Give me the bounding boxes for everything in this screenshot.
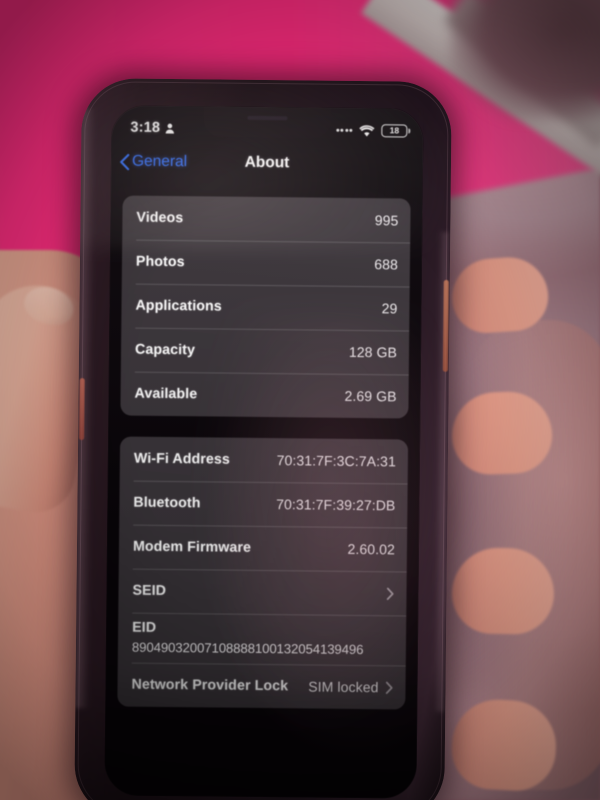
row-wi-fi-address: Wi-Fi Address 70:31:7F:3C:7A:31 xyxy=(120,437,408,484)
back-button[interactable]: General xyxy=(119,152,187,171)
row-applications: Applications 29 xyxy=(121,284,409,331)
row-right xyxy=(386,587,394,600)
phone-device: 3:18 18 About General Videos 995 Photos … xyxy=(74,78,452,800)
chevron-right-icon xyxy=(386,587,394,600)
row-value: 688 xyxy=(374,256,399,273)
power-button[interactable] xyxy=(442,279,449,372)
row-right: SIM locked xyxy=(308,678,393,695)
row-label: Modem Firmware xyxy=(132,538,252,556)
photograph-of-phone-in-hand: 3:18 18 About General Videos 995 Photos … xyxy=(0,0,600,800)
chevron-right-icon xyxy=(385,681,393,694)
person-icon xyxy=(165,123,174,134)
row-available: Available 2.69 GB xyxy=(120,372,408,419)
status-bar-right: 18 xyxy=(335,123,408,137)
battery-icon: 18 xyxy=(381,123,408,137)
row-label: Available xyxy=(134,385,198,403)
row-value: 2.69 GB xyxy=(344,387,397,405)
phone-screen: 3:18 18 About General Videos 995 Photos … xyxy=(104,105,424,799)
row-label: Photos xyxy=(135,253,185,271)
navigation-bar: About General xyxy=(111,143,423,182)
signal-dots-icon xyxy=(335,128,353,132)
row-right: 70:31:7F:39:27:DB xyxy=(276,496,395,513)
wifi-icon xyxy=(359,124,375,137)
row-value: 2.60.02 xyxy=(347,540,396,558)
row-right: 128 GB xyxy=(349,344,397,361)
row-right: 70:31:7F:3C:7A:31 xyxy=(277,452,396,469)
row-seid[interactable]: SEID xyxy=(118,568,406,615)
row-label: Network Provider Lock xyxy=(131,676,289,695)
row-bluetooth: Bluetooth 70:31:7F:39:27:DB xyxy=(119,481,407,528)
row-value: 29 xyxy=(381,300,398,317)
storage-section: Videos 995 Photos 688 Applications 29 Capacity… xyxy=(120,195,411,419)
finger-middle xyxy=(450,390,554,476)
status-bar: 3:18 18 xyxy=(111,105,423,146)
row-eid: EID 89049032007108888100132054139496 xyxy=(118,612,407,665)
row-label: Bluetooth xyxy=(133,494,201,512)
row-right: 2.69 GB xyxy=(344,388,396,405)
row-right: 2.60.02 xyxy=(347,541,395,557)
row-value: 70:31:7F:3C:7A:31 xyxy=(276,452,396,470)
row-value: 128 GB xyxy=(348,343,398,361)
row-videos: Videos 995 xyxy=(122,196,410,243)
row-label: SEID xyxy=(132,582,167,599)
row-right: 688 xyxy=(374,256,398,272)
row-photos: Photos 688 xyxy=(122,240,410,287)
row-label: Wi-Fi Address xyxy=(133,450,231,468)
row-right: 29 xyxy=(382,300,398,316)
row-label: Applications xyxy=(135,297,222,315)
row-label: Videos xyxy=(136,209,184,227)
finger-ring xyxy=(451,547,555,635)
back-button-label: General xyxy=(131,152,188,171)
identifiers-section: Wi-Fi Address 70:31:7F:3C:7A:31 Bluetooth 7… xyxy=(117,436,409,710)
settings-list[interactable]: Videos 995 Photos 688 Applications 29 Capacity… xyxy=(104,179,422,798)
row-value: 70:31:7F:39:27:DB xyxy=(276,496,396,514)
row-value: SIM locked xyxy=(308,678,379,696)
row-label: EID xyxy=(132,619,157,636)
row-label: Capacity xyxy=(134,341,196,359)
row-value: 89049032007108888100132054139496 xyxy=(131,639,364,658)
row-network-provider-lock[interactable]: Network Provider Lock SIM locked xyxy=(117,662,405,709)
background-dark-corner xyxy=(450,0,600,120)
status-bar-clock: 3:18 xyxy=(130,119,161,136)
row-right: 995 xyxy=(375,212,399,228)
volume-button[interactable] xyxy=(79,378,85,441)
status-bar-left: 3:18 xyxy=(130,120,174,136)
chevron-left-icon xyxy=(120,153,130,170)
row-capacity: Capacity 128 GB xyxy=(121,328,409,375)
row-modem-firmware: Modem Firmware 2.60.02 xyxy=(119,524,407,571)
battery-level-label: 18 xyxy=(389,125,400,136)
row-value: 995 xyxy=(374,212,399,229)
